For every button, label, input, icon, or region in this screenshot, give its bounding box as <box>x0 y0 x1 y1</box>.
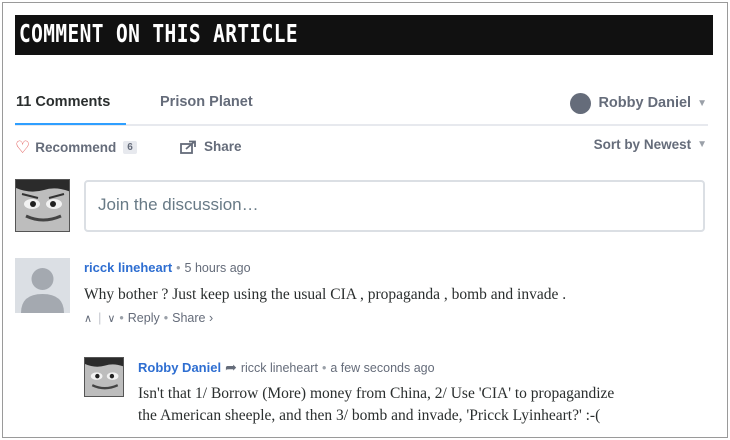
reply-arrow-icon: ➦ <box>225 359 237 375</box>
avatar-photo <box>16 180 69 231</box>
footer-separator: • <box>163 311 169 325</box>
reply-body-line: Isn't that 1/ Borrow (More) money from C… <box>138 385 615 402</box>
comment-body: Why bother ? Just keep using the usual C… <box>84 286 567 303</box>
downvote-icon[interactable]: ∨ <box>107 312 115 325</box>
reply-meta: Robby Daniel ➦ ricck lineheart • a few s… <box>138 359 435 376</box>
share-icon <box>180 140 196 154</box>
comment-author[interactable]: ricck lineheart <box>84 260 172 275</box>
reply-time[interactable]: a few seconds ago <box>330 361 434 375</box>
reply-link[interactable]: Reply <box>128 311 160 325</box>
chevron-down-icon: ▼ <box>697 97 707 109</box>
sort-label: Sort by Newest <box>593 137 692 152</box>
user-name: Robby Daniel <box>598 95 692 111</box>
vote-divider: | <box>98 311 102 325</box>
recommend-button[interactable]: ♡ Recommend 6 <box>15 139 137 156</box>
heart-icon: ♡ <box>15 138 31 157</box>
comment-time[interactable]: 5 hours ago <box>185 261 251 275</box>
share-link[interactable]: Share › <box>172 311 213 325</box>
default-avatar-icon <box>15 258 70 313</box>
banner-title: COMMENT ON THIS ARTICLE <box>19 19 298 48</box>
avatar-photo <box>85 358 123 396</box>
reply-body-line: the American sheeple, and then 3/ bomb a… <box>138 407 601 424</box>
compose-comment-input[interactable]: Join the discussion… <box>84 180 705 232</box>
active-tab-indicator <box>15 123 126 125</box>
tab-comments-count[interactable]: 11 Comments <box>16 94 110 110</box>
upvote-icon[interactable]: ∧ <box>84 312 92 325</box>
actions-bar: ♡ Recommend 6 Share Sort by Newest ▼ <box>15 137 708 161</box>
tab-community[interactable]: Prison Planet <box>160 94 253 110</box>
comment-avatar[interactable] <box>15 258 70 313</box>
recommend-label: Recommend <box>35 140 117 155</box>
comment-footer: ∧ | ∨ • Reply • Share › <box>84 311 213 325</box>
reply-to-name[interactable]: ricck lineheart <box>241 361 318 375</box>
reply-author[interactable]: Robby Daniel <box>138 360 221 375</box>
comment-banner: COMMENT ON THIS ARTICLE <box>15 15 713 55</box>
comment-meta: ricck lineheart • 5 hours ago <box>84 260 251 275</box>
comments-nav: 11 Comments Prison Planet Robby Daniel ▼ <box>15 88 708 126</box>
reply-body: Isn't that 1/ Borrow (More) money from C… <box>138 383 713 427</box>
recommend-count-badge: 6 <box>123 141 137 154</box>
meta-separator: • <box>321 360 327 375</box>
meta-separator: • <box>176 260 181 275</box>
compose-placeholder: Join the discussion… <box>98 195 259 214</box>
share-button[interactable]: Share <box>180 139 242 154</box>
share-label: Share <box>204 139 242 154</box>
reply-avatar[interactable] <box>84 357 124 397</box>
current-user-avatar[interactable] <box>15 179 70 232</box>
user-menu[interactable]: Robby Daniel ▼ <box>570 91 707 115</box>
chevron-down-icon: ▼ <box>697 139 707 150</box>
footer-separator: • <box>119 311 124 325</box>
user-chat-icon <box>570 92 592 114</box>
sort-dropdown[interactable]: Sort by Newest ▼ <box>594 137 707 152</box>
